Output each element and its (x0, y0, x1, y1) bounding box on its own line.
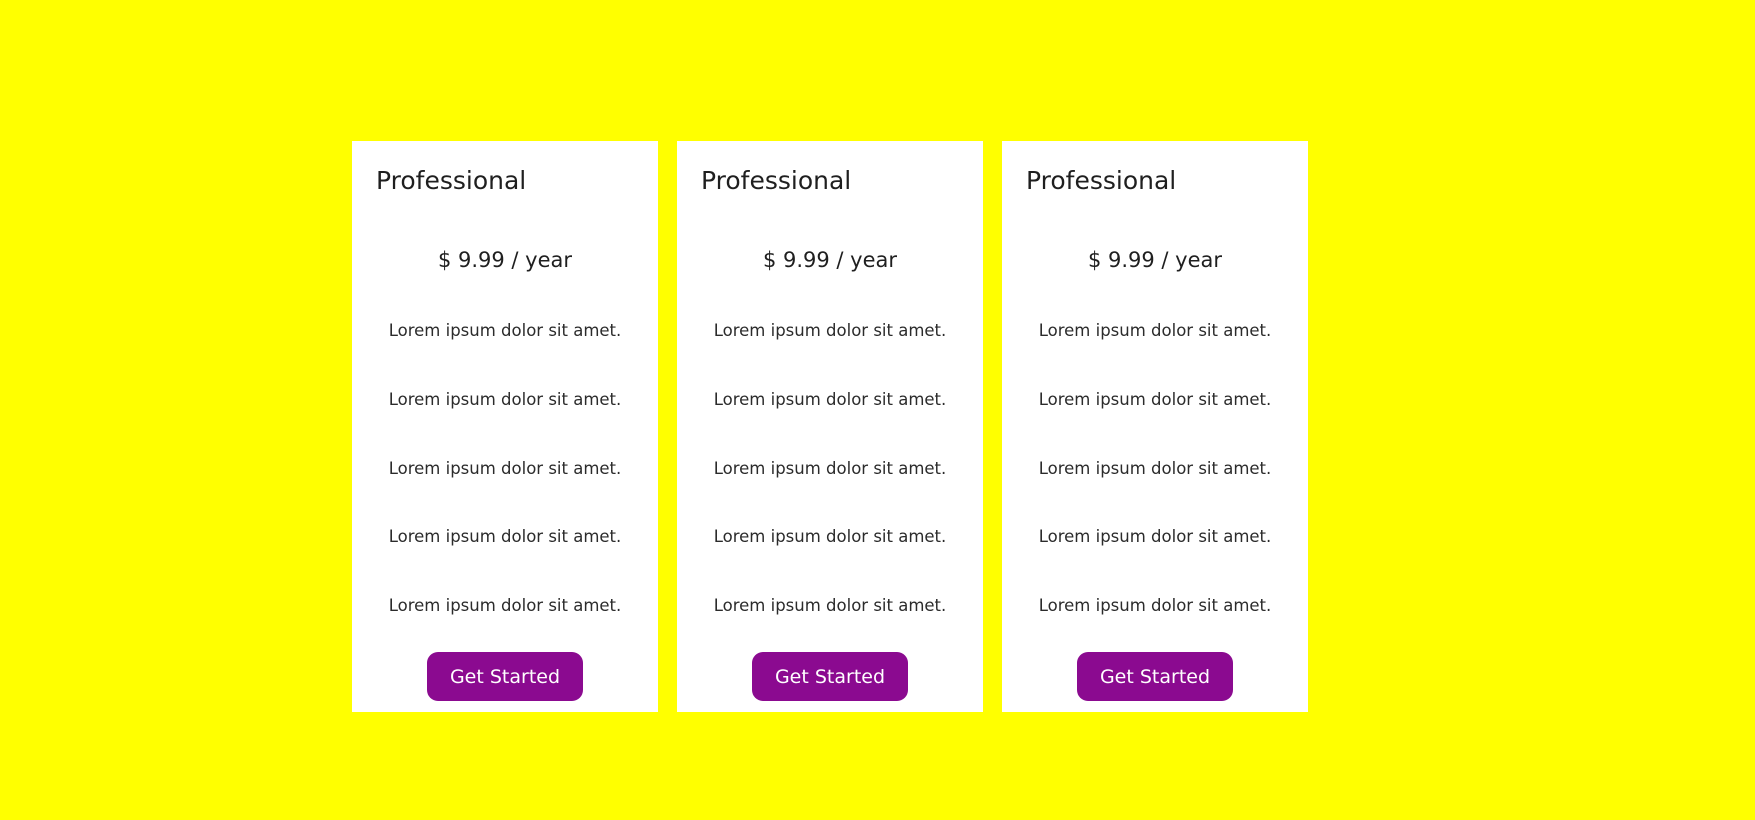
feature-item: Lorem ipsum dolor sit amet. (1038, 389, 1272, 409)
plan-title: Professional (376, 166, 527, 195)
pricing-card: Professional $ 9.99 / year Lorem ipsum d… (352, 141, 658, 712)
feature-item: Lorem ipsum dolor sit amet. (1038, 527, 1272, 547)
get-started-button[interactable]: Get Started (1077, 652, 1233, 701)
feature-item: Lorem ipsum dolor sit amet. (388, 321, 622, 340)
feature-item: Lorem ipsum dolor sit amet. (713, 527, 947, 547)
feature-item: Lorem ipsum dolor sit amet. (1038, 458, 1272, 478)
plan-title: Professional (701, 166, 852, 195)
feature-item: Lorem ipsum dolor sit amet. (713, 458, 947, 478)
feature-item: Lorem ipsum dolor sit amet. (713, 389, 947, 409)
plan-price: $ 9.99 / year (1087, 248, 1223, 272)
pricing-card: Professional $ 9.99 / year Lorem ipsum d… (1002, 141, 1308, 712)
get-started-button[interactable]: Get Started (752, 652, 908, 701)
plan-price: $ 9.99 / year (437, 248, 573, 272)
plan-price: $ 9.99 / year (762, 248, 898, 272)
feature-list: Lorem ipsum dolor sit amet. Lorem ipsum … (677, 321, 983, 667)
pricing-card: Professional $ 9.99 / year Lorem ipsum d… (677, 141, 983, 712)
feature-item: Lorem ipsum dolor sit amet. (388, 458, 622, 478)
feature-item: Lorem ipsum dolor sit amet. (388, 389, 622, 409)
feature-list: Lorem ipsum dolor sit amet. Lorem ipsum … (352, 321, 658, 667)
pricing-cards: Professional $ 9.99 / year Lorem ipsum d… (352, 141, 1308, 712)
feature-item: Lorem ipsum dolor sit amet. (713, 321, 947, 340)
plan-title: Professional (1026, 166, 1177, 195)
feature-item: Lorem ipsum dolor sit amet. (388, 527, 622, 547)
get-started-button[interactable]: Get Started (427, 652, 583, 701)
feature-item: Lorem ipsum dolor sit amet. (1038, 321, 1272, 340)
feature-list: Lorem ipsum dolor sit amet. Lorem ipsum … (1002, 321, 1308, 667)
